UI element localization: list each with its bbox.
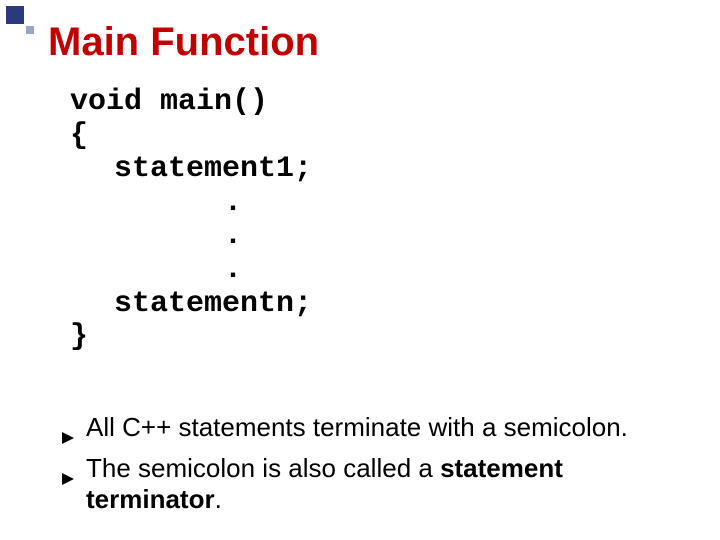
code-line: . bbox=[70, 254, 312, 288]
code-line: statement1; bbox=[70, 153, 312, 187]
triangle-bullet-icon bbox=[62, 420, 76, 451]
code-line: { bbox=[70, 120, 312, 154]
bullet-text: All C++ statements terminate with a semi… bbox=[86, 412, 680, 443]
text-span: The semicolon is also called a bbox=[86, 453, 440, 483]
corner-square-large bbox=[6, 6, 24, 24]
code-line: void main() bbox=[70, 86, 312, 120]
code-line: statementn; bbox=[70, 288, 312, 322]
slide-corner-decoration bbox=[6, 6, 40, 40]
corner-square-small bbox=[26, 26, 34, 34]
code-line: . bbox=[70, 187, 312, 221]
bullet-list: All C++ statements terminate with a semi… bbox=[62, 412, 680, 518]
triangle-bullet-icon bbox=[62, 461, 76, 492]
text-span: . bbox=[215, 484, 222, 514]
code-line: . bbox=[70, 220, 312, 254]
bullet-text: The semicolon is also called a statement… bbox=[86, 453, 680, 515]
code-block: void main() { statement1; . . . statemen… bbox=[70, 86, 312, 355]
list-item: All C++ statements terminate with a semi… bbox=[62, 412, 680, 451]
slide-title: Main Function bbox=[48, 20, 319, 65]
list-item: The semicolon is also called a statement… bbox=[62, 453, 680, 515]
code-line: } bbox=[70, 321, 312, 355]
